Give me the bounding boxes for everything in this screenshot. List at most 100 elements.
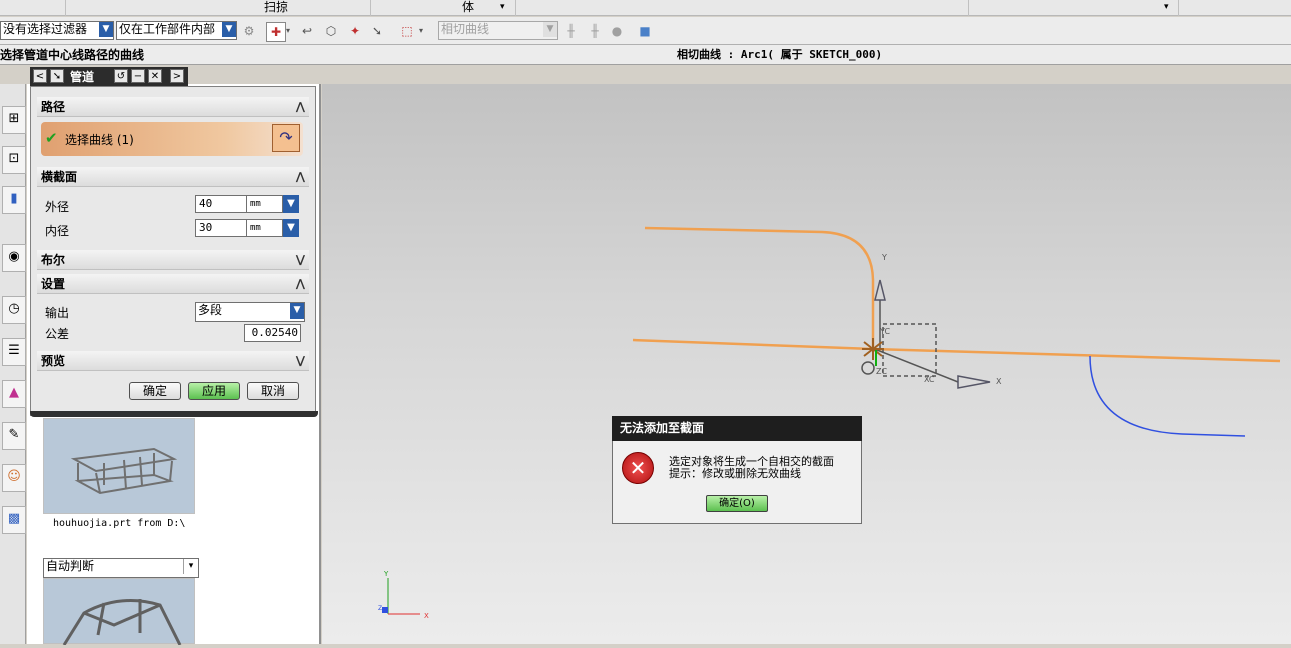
undo-icon[interactable]: ↩ (298, 22, 316, 40)
close-icon[interactable]: ✕ (148, 69, 162, 83)
template-preview-image (62, 599, 182, 646)
curve-snap-icon[interactable]: ✦ (346, 22, 364, 40)
part-preview-thumbnail[interactable] (43, 418, 195, 514)
select-curve-label: 选择曲线 (1) (65, 133, 134, 147)
error-dialog-title[interactable]: 无法添加至截面 (612, 416, 862, 441)
chevron-down-icon[interactable]: ▾ (416, 22, 426, 40)
chevron-down-icon: ⋁ (295, 354, 305, 367)
follow-fillet-icon[interactable]: ╫ (586, 22, 604, 40)
chevron-down-icon: ⋁ (295, 253, 305, 266)
curve-rule-dropdown[interactable]: 相切曲线 ▼ (438, 21, 558, 40)
menu-separator (370, 0, 371, 16)
section-settings[interactable]: 设置 ⋀ (37, 274, 309, 294)
collapse-icon[interactable]: − (131, 69, 145, 83)
history-icon[interactable]: ◷ (2, 296, 26, 324)
curve-select-icon[interactable]: ↷ (272, 124, 300, 152)
menu-bar: 扫掠 体 ▾ ▾ (0, 0, 1291, 16)
inner-diameter-label: 内径 (45, 224, 70, 238)
absolute-csys-triad: Y X Z (378, 570, 429, 620)
web-browser-icon[interactable]: ◉ (2, 244, 26, 272)
reset-icon[interactable]: ↺ (114, 69, 128, 83)
apply-button[interactable]: 应用 (188, 382, 240, 400)
system-materials-icon[interactable]: ☰ (2, 338, 26, 366)
error-icon: ✕ (622, 452, 654, 484)
model-view[interactable]: Y YC ZC XC X Y X Z (322, 84, 1291, 644)
inner-diameter-menu-icon[interactable]: ▼ (283, 219, 299, 237)
graphics-window[interactable]: Y YC ZC XC X Y X Z (322, 84, 1291, 644)
outer-diameter-unit: mm (247, 195, 283, 213)
path-curve-line[interactable] (632, 338, 1281, 363)
menu-body[interactable]: 体 (462, 0, 474, 14)
selection-scope-value: 仅在工作部件内部 (119, 22, 216, 36)
blue-curve[interactable] (1089, 355, 1246, 437)
stop-at-intersection-icon[interactable]: ╫ (562, 22, 580, 40)
tolerance-input[interactable]: 0.02540 (244, 324, 301, 342)
section-path[interactable]: 路径 ⋀ (37, 97, 309, 117)
section-preview[interactable]: 预览 ⋁ (37, 351, 309, 371)
abs-axis-x: X (424, 612, 429, 620)
output-dropdown[interactable]: 多段 ▼ (195, 302, 305, 322)
assembly-navigator-icon[interactable]: ⊞ (2, 106, 26, 134)
chevron-up-icon: ⋀ (295, 100, 305, 113)
axis-label-xc: XC (924, 375, 935, 384)
cube-icon[interactable]: ■ (636, 22, 654, 40)
axis-label-zc: ZC (876, 367, 887, 376)
axis-label-yc: YC (879, 327, 890, 336)
chevron-right-icon[interactable]: > (170, 69, 184, 83)
template-preview-thumbnail[interactable] (43, 578, 195, 646)
ok-button[interactable]: 确定 (129, 382, 181, 400)
menu-separator (515, 0, 516, 16)
system-scenes-icon[interactable]: ▩ (2, 506, 26, 534)
section-path-label: 路径 (41, 100, 66, 114)
chevron-left-icon[interactable]: < (33, 69, 47, 83)
output-value: 多段 (198, 303, 223, 317)
menu-dropdown-icon[interactable]: ▾ (1164, 0, 1169, 14)
outer-diameter-menu-icon[interactable]: ▼ (283, 195, 299, 213)
snap-point-icon[interactable]: ✚ (266, 22, 286, 42)
roles-icon[interactable]: ☺ (2, 464, 26, 492)
section-boolean-label: 布尔 (41, 253, 66, 267)
filter-icon[interactable]: ⚙ (240, 22, 258, 40)
outer-diameter-input[interactable]: 40 (195, 195, 247, 213)
section-cross-section-label: 横截面 (41, 170, 78, 184)
pin-icon[interactable]: ➘ (50, 69, 64, 83)
visualization-icon[interactable]: ▲ (2, 380, 26, 408)
part-navigator-icon[interactable]: ▮ (2, 186, 26, 214)
section-cross-section[interactable]: 横截面 ⋀ (37, 167, 309, 187)
section-boolean[interactable]: 布尔 ⋁ (37, 250, 309, 270)
output-label: 输出 (45, 306, 70, 320)
selection-scope-dropdown[interactable]: 仅在工作部件内部 ▼ (116, 21, 237, 40)
check-icon: ✔ (45, 129, 58, 147)
cancel-button[interactable]: 取消 (247, 382, 299, 400)
dialog-title-bar[interactable]: < ➘ 管道 ↺ − ✕ > (30, 67, 188, 86)
inner-diameter-input[interactable]: 30 (195, 219, 247, 237)
preview-mode-value: 自动判断 (46, 559, 95, 573)
path-curve-arc[interactable] (644, 226, 875, 346)
section-preview-label: 预览 (41, 354, 66, 368)
menu-body-dropdown-icon[interactable]: ▾ (500, 0, 505, 14)
type-filter-value: 没有选择过滤器 (3, 22, 88, 36)
dialog-bottom-edge (30, 411, 318, 417)
tolerance-label: 公差 (45, 327, 70, 341)
chevron-down-icon[interactable]: ▾ (284, 22, 292, 40)
tube-dialog: 路径 ⋀ ✔ 选择曲线 (1) ↷ 横截面 ⋀ 外径 40 mm ▼ 内径 30… (30, 86, 318, 417)
rectangle-select-icon[interactable]: ⬚ (398, 22, 416, 40)
chain-icon[interactable]: ● (608, 22, 626, 40)
constraint-navigator-icon[interactable]: ⊡ (2, 146, 26, 174)
select-face-icon[interactable]: ⬡ (322, 22, 340, 40)
type-filter-dropdown[interactable]: 没有选择过滤器 ▼ (0, 21, 114, 40)
prompt-bar: 选择管道中心线路径的曲线 相切曲线 : Arc1( 属于 SKETCH_000) (0, 45, 1291, 65)
menu-scan[interactable]: 扫掠 (264, 0, 288, 14)
error-ok-button[interactable]: 确定(O) (706, 495, 768, 512)
section-settings-label: 设置 (41, 277, 66, 291)
process-studio-icon[interactable]: ✎ (2, 422, 26, 450)
inner-diameter-unit: mm (247, 219, 283, 237)
chevron-up-icon: ⋀ (295, 170, 305, 183)
pointer-icon[interactable]: ➘ (368, 22, 386, 40)
error-hint: 提示：修改或删除无效曲线 (669, 467, 801, 480)
status-line: 相切曲线 : Arc1( 属于 SKETCH_000) (677, 48, 883, 61)
select-curve-row[interactable]: ✔ 选择曲线 (1) ↷ (41, 122, 303, 156)
preview-mode-dropdown[interactable]: 自动判断 ▾ (43, 558, 199, 578)
toolbar-strip (0, 66, 1291, 84)
dialog-title: 管道 (70, 70, 95, 84)
